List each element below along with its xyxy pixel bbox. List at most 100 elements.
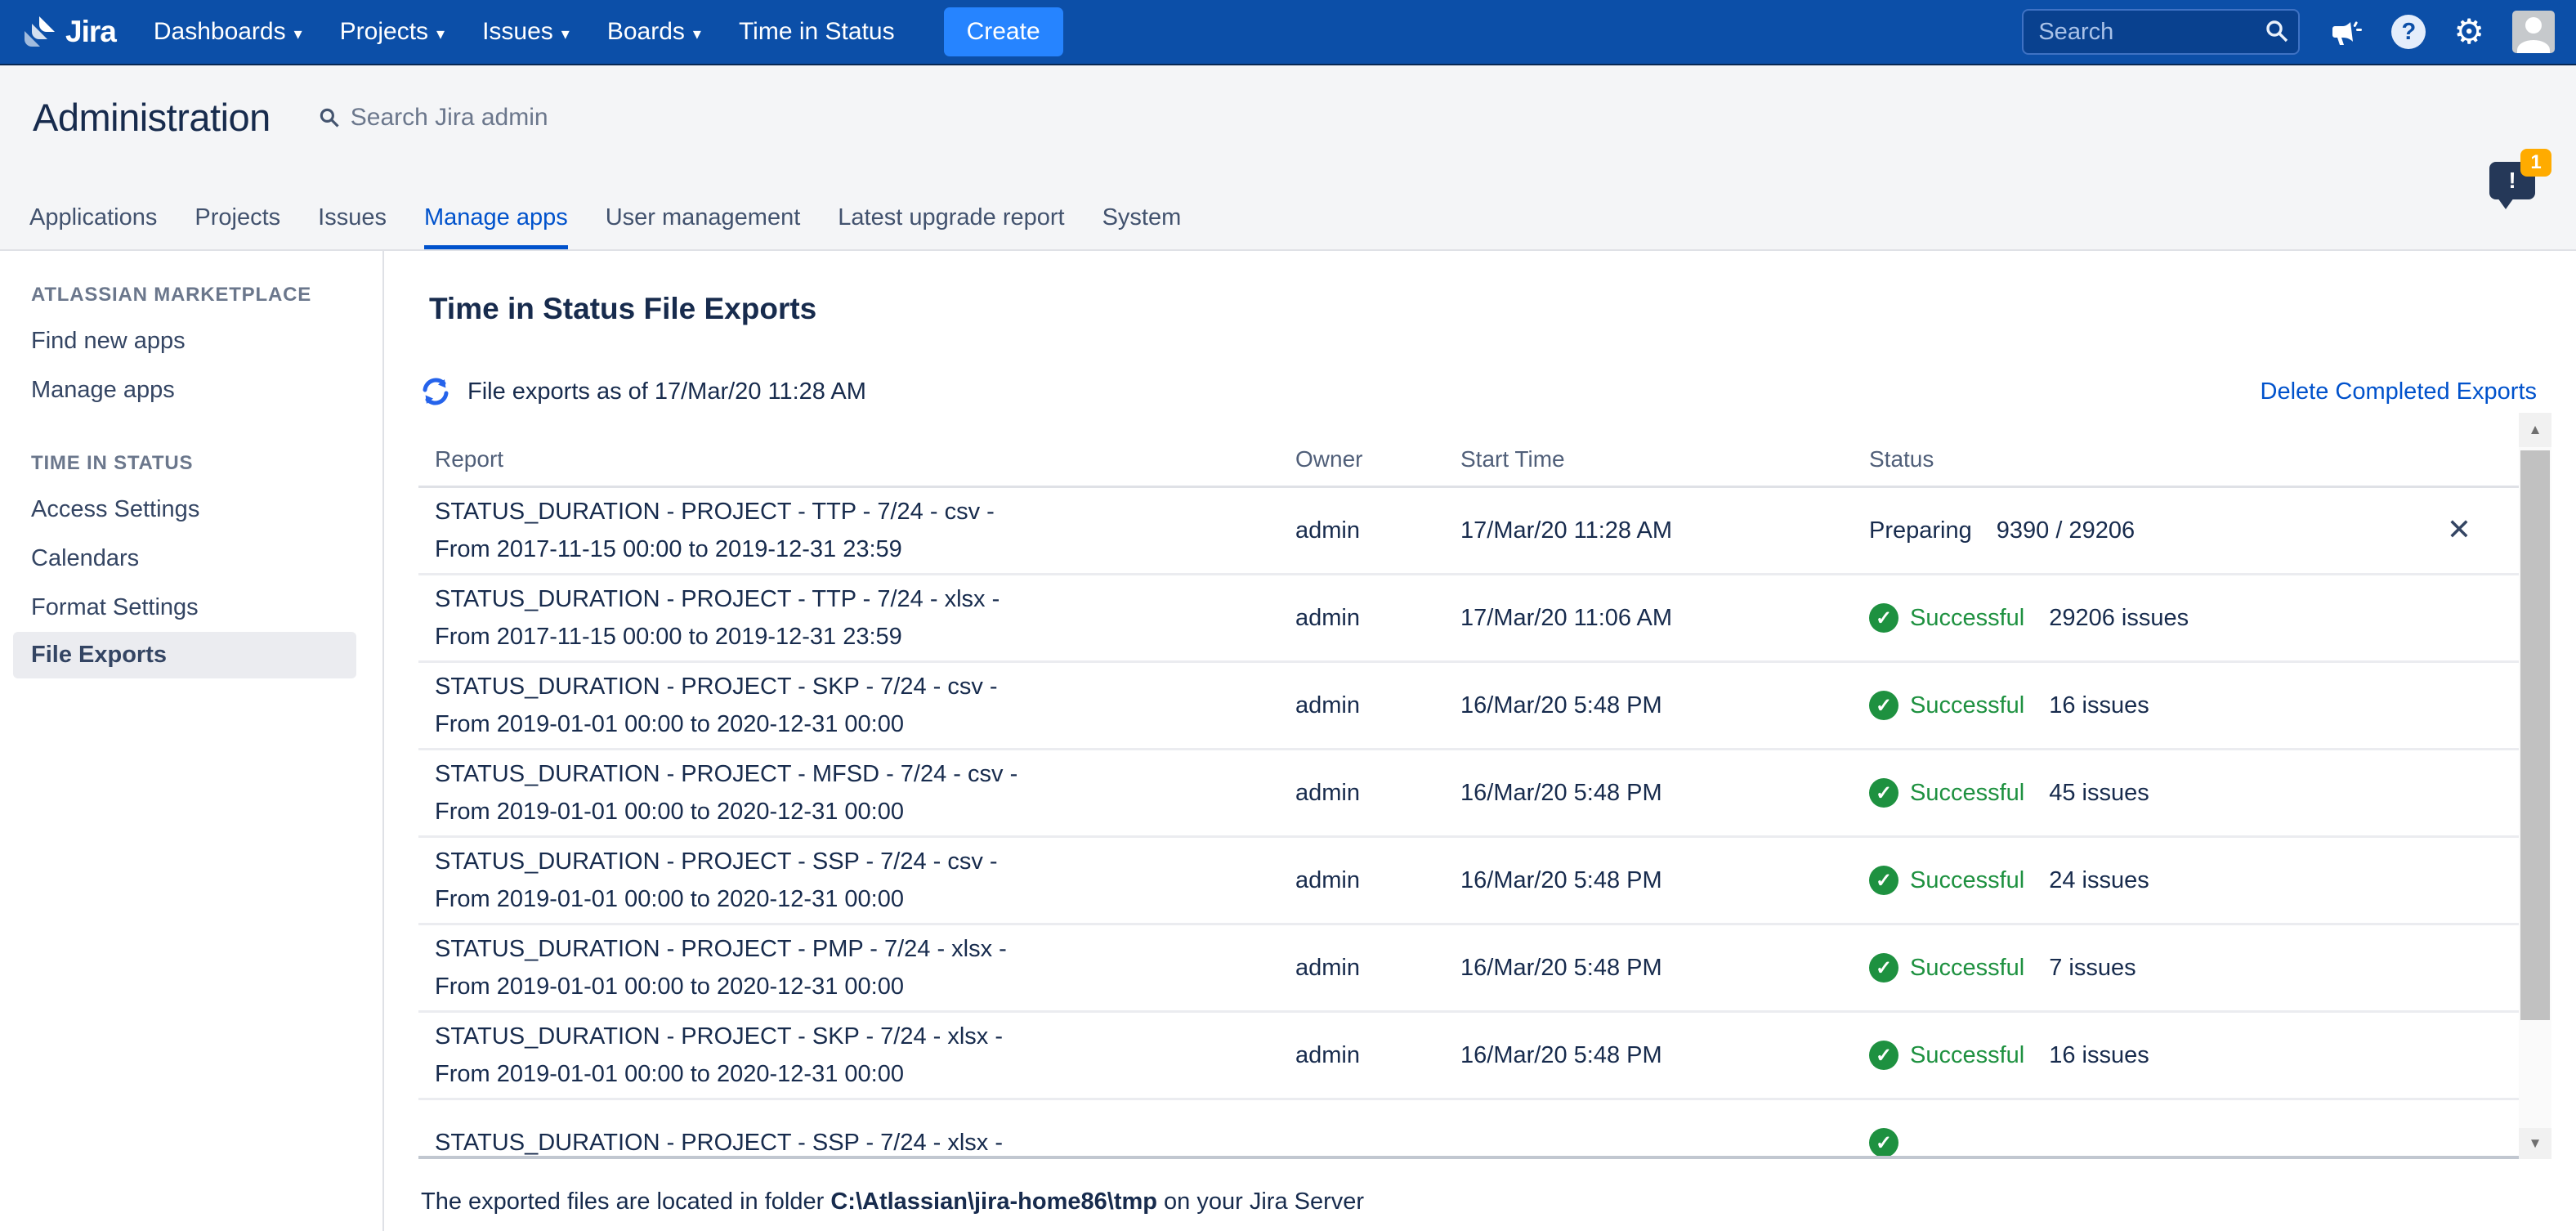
owner-cell: admin — [1295, 955, 1460, 982]
admin-tabs: Applications Projects Issues Manage apps Use… — [29, 204, 1181, 249]
content: ATLASSIAN MARKETPLACEFind new appsManage… — [0, 251, 2576, 1231]
status-label: Successful — [1910, 1042, 2024, 1069]
tab-latest-upgrade-report[interactable]: Latest upgrade report — [838, 204, 1064, 249]
report-name: STATUS_DURATION - PROJECT - SSP - 7/24 -… — [435, 843, 1295, 880]
notifications-button[interactable]: ! 1 — [2489, 162, 2535, 199]
report-name: STATUS_DURATION - PROJECT - MFSD - 7/24 … — [435, 755, 1295, 793]
report-cell: STATUS_DURATION - PROJECT - TTP - 7/24 -… — [418, 580, 1295, 656]
tab-manage-apps[interactable]: Manage apps — [424, 204, 568, 249]
avatar[interactable] — [2512, 11, 2555, 53]
refresh-icon — [418, 374, 453, 409]
status-cell: ✓Successful45 issues — [1869, 778, 2519, 808]
cancel-export-button[interactable]: ✕ — [2442, 515, 2476, 546]
search-icon — [2264, 18, 2290, 48]
refresh-button[interactable] — [418, 374, 453, 409]
status-cell: ✓Successful7 issues — [1869, 953, 2519, 983]
admin-header-band: Administration Search Jira admin ! 1 App… — [0, 65, 2576, 251]
report-cell: STATUS_DURATION - PROJECT - PMP - 7/24 -… — [418, 930, 1295, 1005]
scrollbar-thumb[interactable] — [2520, 450, 2550, 1020]
success-check-icon: ✓ — [1869, 778, 1898, 808]
issue-count: 29206 issues — [2049, 605, 2189, 632]
announcements-icon[interactable] — [2328, 14, 2364, 50]
page-title: Administration — [33, 95, 271, 140]
nav-item-time-in-status[interactable]: Time in Status — [739, 18, 895, 46]
status-cell: ✓ — [1869, 1128, 2519, 1157]
help-icon[interactable]: ? — [2391, 15, 2426, 49]
report-date-range: From 2017-11-15 00:00 to 2019-12-31 23:5… — [435, 530, 1295, 568]
avatar-head — [2525, 17, 2542, 34]
export-location-note: The exported files are located in folder… — [421, 1188, 2576, 1215]
delete-completed-exports-link[interactable]: Delete Completed Exports — [2261, 378, 2538, 405]
tab-issues[interactable]: Issues — [318, 204, 387, 249]
tab-system[interactable]: System — [1102, 204, 1182, 249]
report-date-range: From 2017-11-15 00:00 to 2019-12-31 23:5… — [435, 618, 1295, 656]
create-button[interactable]: Create — [944, 7, 1063, 56]
refresh-row: File exports as of 17/Mar/20 11:28 AM De… — [418, 369, 2576, 414]
sidebar-item-format-settings[interactable]: Format Settings — [31, 583, 382, 632]
tab-applications[interactable]: Applications — [29, 204, 157, 249]
status-label: Preparing — [1869, 517, 1972, 544]
table-row: STATUS_DURATION - PROJECT - TTP - 7/24 -… — [418, 488, 2519, 575]
search-input[interactable] — [2022, 9, 2300, 55]
owner-cell: admin — [1295, 605, 1460, 632]
bubble-tail — [2498, 198, 2514, 209]
column-header-owner: Owner — [1295, 446, 1460, 472]
nav-item-projects[interactable]: Projects▾ — [340, 18, 445, 46]
scroll-up-button[interactable]: ▲ — [2519, 413, 2551, 447]
table-scrollbar: ▲ ▼ — [2519, 413, 2551, 1159]
jira-home-link[interactable]: Jira — [21, 14, 116, 50]
owner-cell: admin — [1295, 867, 1460, 894]
scroll-down-button[interactable]: ▼ — [2519, 1128, 2551, 1159]
report-cell: STATUS_DURATION - PROJECT - SSP - 7/24 -… — [418, 1124, 1295, 1159]
export-folder-path: C:\Atlassian\jira-home86\tmp — [830, 1188, 1157, 1215]
gear-icon[interactable]: ⚙ — [2453, 15, 2484, 49]
report-date-range: From 2019-01-01 00:00 to 2020-12-31 00:0… — [435, 968, 1295, 1005]
report-name: STATUS_DURATION - PROJECT - SKP - 7/24 -… — [435, 1018, 1295, 1055]
nav-item-dashboards[interactable]: Dashboards▾ — [154, 18, 302, 46]
sidebar-item-access-settings[interactable]: Access Settings — [31, 485, 382, 534]
nav-right: ? ⚙ — [2022, 9, 2555, 55]
nav-item-label: Issues — [482, 18, 553, 46]
owner-cell: admin — [1295, 692, 1460, 719]
report-date-range: From 2019-01-01 00:00 to 2020-12-31 00:0… — [435, 705, 1295, 743]
success-check-icon: ✓ — [1869, 603, 1898, 633]
sidebar: ATLASSIAN MARKETPLACEFind new appsManage… — [0, 251, 384, 1231]
admin-search[interactable]: Search Jira admin — [318, 104, 548, 132]
nav-item-boards[interactable]: Boards▾ — [607, 18, 701, 46]
table-row: STATUS_DURATION - PROJECT - SKP - 7/24 -… — [418, 1013, 2519, 1100]
admin-search-label: Search Jira admin — [351, 104, 548, 132]
column-header-start-time: Start Time — [1460, 446, 1869, 472]
start-time-cell: 17/Mar/20 11:28 AM — [1460, 517, 1869, 544]
chevron-down-icon: ▾ — [561, 24, 570, 44]
issue-count: 24 issues — [2049, 867, 2149, 894]
sidebar-section: TIME IN STATUSAccess SettingsCalendarsFo… — [0, 452, 382, 678]
table-row: STATUS_DURATION - PROJECT - SSP - 7/24 -… — [418, 1100, 2519, 1159]
nav-item-label: Projects — [340, 18, 428, 46]
success-check-icon: ✓ — [1869, 953, 1898, 983]
sidebar-item-file-exports[interactable]: File Exports — [13, 632, 356, 678]
tab-projects[interactable]: Projects — [195, 204, 280, 249]
issue-count: 16 issues — [2049, 1042, 2149, 1069]
success-check-icon: ✓ — [1869, 1041, 1898, 1070]
report-name: STATUS_DURATION - PROJECT - PMP - 7/24 -… — [435, 930, 1295, 968]
status-label: Successful — [1910, 955, 2024, 982]
status-label: Successful — [1910, 867, 2024, 894]
sidebar-item-manage-apps[interactable]: Manage apps — [31, 365, 382, 414]
sidebar-item-calendars[interactable]: Calendars — [31, 534, 382, 583]
exports-table: ReportOwnerStart TimeStatus STATUS_DURAT… — [418, 433, 2519, 1159]
owner-cell: admin — [1295, 780, 1460, 807]
column-header-report: Report — [418, 446, 1295, 472]
exports-as-of-text: File exports as of 17/Mar/20 11:28 AM — [467, 378, 866, 405]
tab-user-management[interactable]: User management — [606, 204, 801, 249]
issue-count: 16 issues — [2049, 692, 2149, 719]
column-header-status: Status — [1869, 446, 2519, 472]
nav-item-label: Boards — [607, 18, 685, 46]
status-label: Successful — [1910, 692, 2024, 719]
notification-badge: 1 — [2520, 149, 2551, 177]
nav-item-issues[interactable]: Issues ▾ — [482, 18, 570, 46]
search-icon — [318, 106, 341, 129]
nav-menu: Dashboards▾ Projects▾ Issues ▾ Boards▾ Time i… — [154, 18, 932, 46]
owner-cell: admin — [1295, 1042, 1460, 1069]
sidebar-item-find-new-apps[interactable]: Find new apps — [31, 316, 382, 365]
report-name: STATUS_DURATION - PROJECT - TTP - 7/24 -… — [435, 493, 1295, 530]
